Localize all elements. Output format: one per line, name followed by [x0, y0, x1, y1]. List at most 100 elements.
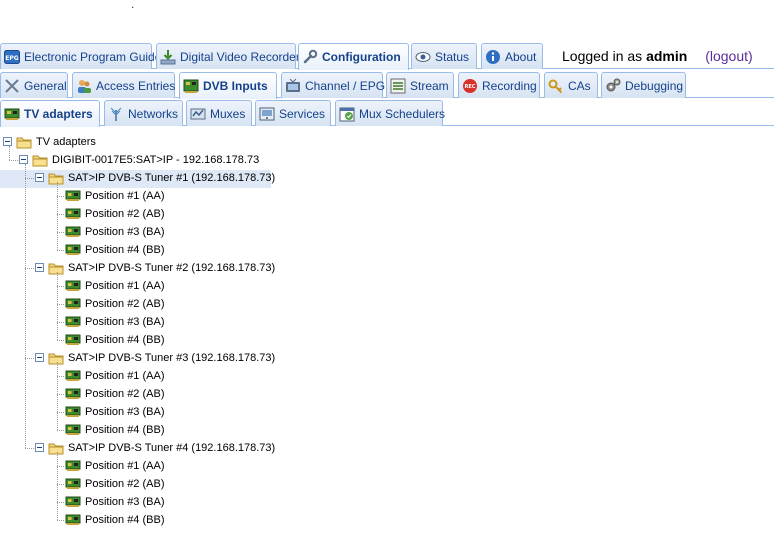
tab-label: Muxes — [210, 106, 246, 121]
tv-card-icon — [65, 370, 81, 382]
tree-node-label: Position #2 (AB) — [85, 208, 165, 220]
tv-card-icon — [65, 460, 81, 472]
tree-node-label: Position #1 (AA) — [85, 280, 165, 292]
tree-node-label: SAT>IP DVB-S Tuner #3 (192.168.178.73) — [68, 352, 276, 364]
tree-node-position[interactable]: Position #1 (AA) — [65, 457, 166, 475]
tab-label: Electronic Program Guide — [24, 49, 162, 64]
wrench-icon — [4, 78, 20, 94]
tree-node-label: Position #4 (BB) — [85, 424, 165, 436]
tab-access-entries[interactable]: Access Entries — [72, 72, 175, 98]
tree-node-label: Position #1 (AA) — [85, 460, 165, 472]
tab-electronic-program-guide[interactable]: EPG Electronic Program Guide — [0, 43, 161, 69]
tree-node-label: Position #1 (AA) — [85, 190, 165, 202]
tab-label: Recording — [482, 78, 537, 93]
tab-status[interactable]: Status — [411, 43, 477, 69]
collapse-toggle-icon[interactable] — [3, 137, 12, 146]
tab-digital-video-recorder[interactable]: Digital Video Recorder — [156, 43, 300, 69]
collapse-toggle-icon[interactable] — [35, 263, 44, 272]
folder-icon — [48, 441, 64, 455]
services-icon — [259, 106, 275, 122]
tab-about[interactable]: About — [481, 43, 543, 69]
collapse-toggle-icon[interactable] — [35, 443, 44, 452]
tree-node-label: Position #3 (BA) — [85, 226, 165, 238]
tree-root-tv-adapters[interactable]: TV adapters — [16, 133, 98, 151]
tab-recording[interactable]: REC Recording — [458, 72, 540, 98]
tree-node-position[interactable]: Position #2 (AB) — [65, 205, 166, 223]
tab-dvb-inputs[interactable]: DVB Inputs — [179, 72, 277, 99]
tab-tv-adapters[interactable]: TV adapters — [0, 100, 100, 127]
tab-label: Configuration — [322, 50, 401, 64]
tab-label: Networks — [128, 106, 179, 121]
tree-node-position[interactable]: Position #3 (BA) — [65, 223, 166, 241]
tab-label: Channel / EPG — [305, 78, 386, 93]
dvr-download-icon — [160, 49, 176, 65]
tab-stream[interactable]: Stream — [386, 72, 454, 98]
tree-node-label: SAT>IP DVB-S Tuner #2 (192.168.178.73) — [68, 262, 276, 274]
tree-node-label: Position #1 (AA) — [85, 370, 165, 382]
tree-node-label: Position #3 (BA) — [85, 316, 165, 328]
tree-node-position[interactable]: Position #1 (AA) — [65, 367, 166, 385]
tab-services[interactable]: Services — [255, 100, 331, 126]
tab-label: Stream — [410, 78, 449, 93]
tab-debugging[interactable]: Debugging — [601, 72, 686, 98]
tree-node-label: Position #4 (BB) — [85, 244, 165, 256]
tree-node-tuner[interactable]: SAT>IP DVB-S Tuner #1 (192.168.178.73) — [48, 169, 277, 187]
tree-node-tuner[interactable]: SAT>IP DVB-S Tuner #3 (192.168.178.73) — [48, 349, 277, 367]
collapse-toggle-icon[interactable] — [19, 155, 28, 164]
tab-channel-epg[interactable]: Channel / EPG — [281, 72, 386, 98]
tree-node-position[interactable]: Position #4 (BB) — [65, 511, 166, 529]
folder-icon — [16, 135, 32, 149]
tv-card-icon — [183, 78, 199, 94]
tab-label: Digital Video Recorder — [180, 49, 300, 64]
tab-cas[interactable]: CAs — [544, 72, 598, 98]
folder-icon — [48, 171, 64, 185]
rec-icon: REC — [462, 78, 478, 94]
tv-card-icon — [65, 496, 81, 508]
tab-muxes[interactable]: Muxes — [186, 100, 252, 126]
login-prefix: Logged in as — [562, 48, 643, 64]
epg-icon: EPG — [4, 49, 20, 65]
tree-node-position[interactable]: Position #1 (AA) — [65, 187, 166, 205]
folder-icon — [48, 351, 64, 365]
tab-mux-schedulers[interactable]: Mux Schedulers — [335, 100, 445, 126]
tv-card-icon — [4, 106, 20, 122]
tree-node-device[interactable]: DIGIBIT-0017E5:SAT>IP - 192.168.178.73 — [32, 151, 261, 169]
login-status: Logged in as admin (logout) — [562, 48, 753, 64]
stray-dot: . — [131, 0, 135, 11]
tv-card-icon — [65, 514, 81, 526]
tv-card-icon — [65, 424, 81, 436]
tree-node-position[interactable]: Position #3 (BA) — [65, 403, 166, 421]
tree-node-position[interactable]: Position #4 (BB) — [65, 241, 166, 259]
logout-link[interactable]: (logout) — [705, 48, 752, 64]
tab-networks[interactable]: Networks — [104, 100, 183, 126]
tv-card-icon — [65, 226, 81, 238]
tree-node-position[interactable]: Position #3 (BA) — [65, 493, 166, 511]
tree-node-position[interactable]: Position #2 (AB) — [65, 475, 166, 493]
tree-node-position[interactable]: Position #3 (BA) — [65, 313, 166, 331]
stream-icon — [390, 78, 406, 94]
tree-node-tuner[interactable]: SAT>IP DVB-S Tuner #4 (192.168.178.73) — [48, 439, 277, 457]
tree-node-tuner[interactable]: SAT>IP DVB-S Tuner #2 (192.168.178.73) — [48, 259, 277, 277]
collapse-toggle-icon[interactable] — [35, 353, 44, 362]
tree-node-position[interactable]: Position #2 (AB) — [65, 385, 166, 403]
tv-card-icon — [65, 478, 81, 490]
tv-card-icon — [65, 190, 81, 202]
tab-label: Debugging — [625, 78, 684, 93]
tab-configuration[interactable]: Configuration — [298, 43, 409, 70]
tree-node-label: DIGIBIT-0017E5:SAT>IP - 192.168.178.73 — [52, 154, 260, 166]
tree-node-position[interactable]: Position #4 (BB) — [65, 421, 166, 439]
tab-general[interactable]: General — [0, 72, 68, 98]
collapse-toggle-icon[interactable] — [35, 173, 44, 182]
tree-node-position[interactable]: Position #1 (AA) — [65, 277, 166, 295]
tree-node-position[interactable]: Position #4 (BB) — [65, 331, 166, 349]
info-icon — [485, 49, 501, 65]
tree-node-label: TV adapters — [36, 136, 96, 148]
tv-card-icon — [65, 406, 81, 418]
users-icon — [76, 78, 92, 94]
tab-label: DVB Inputs — [203, 79, 268, 93]
tv-card-icon — [65, 316, 81, 328]
tab-label: CAs — [568, 78, 591, 93]
tab-label: Access Entries — [96, 78, 176, 93]
wrench-icon — [302, 49, 318, 65]
tree-node-position[interactable]: Position #2 (AB) — [65, 295, 166, 313]
